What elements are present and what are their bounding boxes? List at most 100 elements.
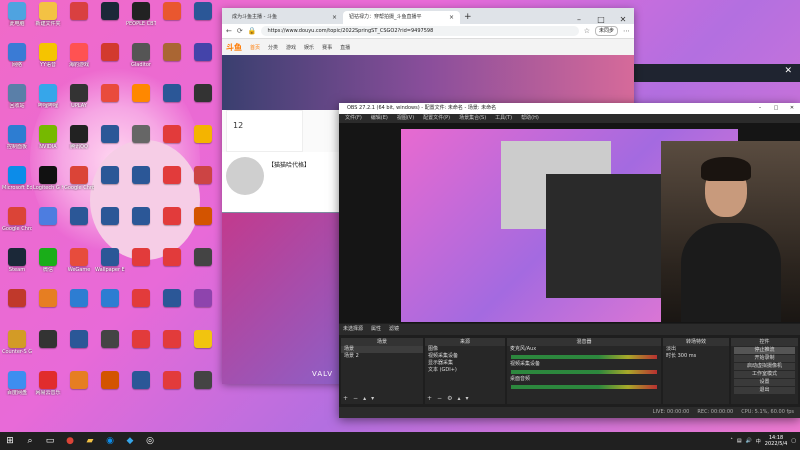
remove-icon[interactable]: − (437, 395, 442, 402)
task-view-icon[interactable]: ▭ (43, 434, 57, 448)
desktop-icon[interactable] (33, 289, 63, 308)
desktop-icon[interactable] (126, 166, 156, 185)
exit-button[interactable]: 退出 (734, 387, 795, 394)
chevron-up-icon[interactable]: ˄ (730, 438, 733, 444)
desktop-icon[interactable] (126, 371, 156, 390)
desktop-icon[interactable] (157, 84, 187, 103)
duration-input[interactable]: 300 ms (678, 353, 697, 359)
site-logo[interactable]: 斗鱼 (226, 42, 242, 53)
desktop-icon[interactable] (64, 2, 94, 21)
desktop-icon[interactable] (126, 207, 156, 226)
desktop-icon[interactable] (188, 84, 218, 103)
obs-icon[interactable]: ◎ (143, 434, 157, 448)
desktop-icon[interactable] (126, 248, 156, 267)
source-item[interactable]: 图像 (425, 346, 505, 353)
desktop-icon[interactable]: 海豹游戏 (64, 43, 94, 68)
desktop-icon[interactable] (188, 289, 218, 308)
desktop-icon[interactable] (157, 207, 187, 226)
desktop-icon[interactable]: UPLAY (64, 84, 94, 109)
desktop-icon[interactable] (157, 166, 187, 185)
desktop-icon[interactable] (188, 125, 218, 144)
desktop-icon[interactable]: 此电脑 (2, 2, 32, 27)
desktop-icon[interactable]: 腾讯QQ (64, 125, 94, 150)
close-icon[interactable]: ✕ (612, 15, 634, 24)
desktop-icon[interactable] (33, 330, 63, 349)
desktop-icon[interactable] (64, 330, 94, 349)
desktop-icon[interactable]: WeGame (64, 248, 94, 273)
transition-select[interactable]: 淡出 (663, 346, 729, 353)
gear-icon[interactable]: ⚙ (447, 395, 452, 402)
source-item[interactable]: 文本 (GDI+) (425, 367, 505, 374)
down-icon[interactable]: ▾ (371, 395, 374, 402)
menu-tools[interactable]: 工具(T) (495, 114, 512, 123)
maximize-icon[interactable]: □ (768, 103, 784, 114)
menu-profile[interactable]: 配置文件(P) (423, 114, 450, 123)
desktop-icon[interactable] (157, 248, 187, 267)
desktop-icon[interactable]: 回收站 (2, 84, 32, 109)
desktop-icon[interactable]: 控制面板 (2, 125, 32, 150)
volume-meter[interactable] (511, 370, 657, 374)
chrome-icon[interactable]: ● (63, 434, 77, 448)
remove-icon[interactable]: − (353, 395, 358, 402)
close-icon[interactable]: ✕ (784, 66, 792, 76)
new-tab-button[interactable]: + (464, 11, 472, 24)
desktop-icon[interactable]: 百度网盘 (2, 371, 32, 396)
desktop-icon[interactable] (126, 289, 156, 308)
desktop-icon[interactable] (95, 166, 125, 185)
desktop-icon[interactable]: Wallpaper Engine (95, 248, 125, 273)
refresh-icon[interactable]: ⟳ (237, 27, 243, 35)
input-language[interactable]: 中 (756, 438, 761, 445)
desktop-icon[interactable] (95, 43, 125, 62)
nav-home[interactable]: 首页 (250, 44, 260, 51)
tab-douyu-live[interactable]: 钮祜禄力：穿帮拍摄_斗鱼直播平 × (343, 11, 460, 24)
minimize-icon[interactable]: – (568, 15, 590, 24)
desktop-icon[interactable] (126, 330, 156, 349)
desktop-icon[interactable]: Google Chrome (2, 207, 32, 232)
volume-meter[interactable] (511, 355, 657, 359)
desktop-icon[interactable] (95, 2, 125, 21)
sync-button[interactable]: 未同步 (594, 26, 618, 36)
file-explorer-icon[interactable]: ▰ (83, 434, 97, 448)
close-icon[interactable]: ✕ (784, 103, 800, 114)
volume-meter[interactable] (511, 385, 657, 389)
address-input[interactable]: https://www.douyu.com/topic/2022SpringST… (261, 26, 579, 36)
desktop-icon[interactable] (2, 289, 32, 308)
maximize-icon[interactable]: □ (590, 15, 612, 24)
desktop-icon[interactable] (126, 84, 156, 103)
desktop-icon[interactable] (95, 125, 125, 144)
desktop-icon[interactable]: 新建文件夹 (33, 2, 63, 27)
desktop-icon[interactable]: Gladitor (126, 43, 156, 68)
desktop-icon[interactable] (157, 43, 187, 62)
stop-streaming-button[interactable]: 停止推流 (734, 347, 795, 354)
desktop-icon[interactable]: NVIDIA (33, 125, 63, 150)
desktop-icon[interactable] (188, 166, 218, 185)
edge-icon[interactable]: ◉ (103, 434, 117, 448)
desktop-icon[interactable]: 网易云音乐 (33, 371, 63, 396)
close-tab-icon[interactable]: × (332, 11, 337, 24)
start-recording-button[interactable]: 开始录制 (734, 355, 795, 362)
menu-view[interactable]: 视图(V) (397, 114, 414, 123)
studio-mode-button[interactable]: 工作室模式 (734, 371, 795, 378)
desktop-icon[interactable] (188, 248, 218, 267)
avatar[interactable] (226, 157, 264, 195)
desktop-icon[interactable] (95, 371, 125, 390)
desktop-icon[interactable]: 哔哩哔哩 (33, 84, 63, 109)
menu-edit[interactable]: 编辑(E) (371, 114, 388, 123)
filters-button[interactable]: 滤镜 (389, 324, 399, 335)
desktop-icon[interactable]: YY语音 (33, 43, 63, 68)
volume-icon[interactable]: 🔊 (746, 438, 752, 444)
room-card[interactable]: 12 (226, 110, 303, 152)
app-icon[interactable]: ◆ (123, 434, 137, 448)
nav-events[interactable]: 赛事 (322, 44, 332, 51)
menu-file[interactable]: 文件(F) (345, 114, 362, 123)
scene-item[interactable]: 场景 2 (341, 353, 423, 360)
nav-game[interactable]: 游戏 (286, 44, 296, 51)
desktop-icon[interactable] (126, 125, 156, 144)
desktop-icon[interactable] (188, 43, 218, 62)
desktop-icon[interactable] (64, 207, 94, 226)
desktop-icon[interactable]: Google Chrome (64, 166, 94, 191)
source-item[interactable]: 视频采集设备 (425, 353, 505, 360)
desktop-icon[interactable] (64, 371, 94, 390)
properties-button[interactable]: 属性 (371, 324, 381, 335)
up-icon[interactable]: ▴ (457, 395, 460, 402)
